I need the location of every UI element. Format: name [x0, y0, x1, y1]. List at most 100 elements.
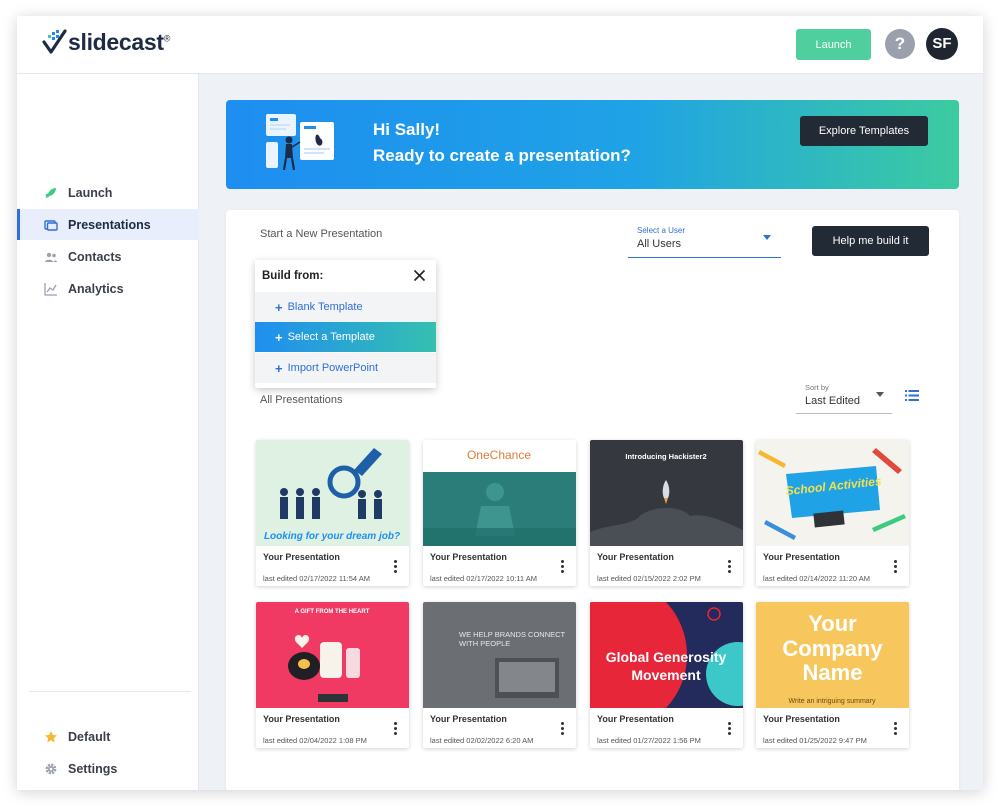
presentation-card[interactable]: A GIFT FROM THE HEART Your Presentation …	[256, 602, 409, 748]
sidebar-divider	[29, 691, 191, 692]
caret-down-icon	[763, 235, 771, 240]
help-icon[interactable]: ?	[885, 29, 915, 59]
build-from-header: Build from:	[255, 260, 436, 292]
welcome-banner: Hi Sally! Ready to create a presentation…	[226, 100, 959, 189]
presentation-date: last edited 02/02/2022 6:20 AM	[430, 736, 534, 745]
presentation-date: last edited 02/14/2022 11:20 AM	[763, 574, 871, 583]
thumbnail-subtext: Write an intriguing summary	[788, 698, 876, 705]
more-options-icon[interactable]	[561, 560, 565, 574]
build-option-blank-template[interactable]: + Blank Template	[255, 292, 436, 322]
sidebar-item-analytics[interactable]: Analytics	[17, 273, 199, 304]
user-select-dropdown[interactable]: Select a User All Users	[628, 224, 781, 258]
presentation-card[interactable]: WE HELP BRANDS CONNECT WITH PEOPLE Your …	[423, 602, 576, 748]
explore-templates-button[interactable]: Explore Templates	[800, 116, 928, 146]
build-option-label: Blank Template	[287, 301, 363, 313]
sidebar-item-default[interactable]: Default	[17, 721, 199, 752]
sort-by-dropdown[interactable]: Sort by Last Edited	[796, 380, 892, 414]
presentation-title: Your Presentation	[597, 552, 674, 562]
sidebar-item-contacts[interactable]: Contacts	[17, 241, 199, 272]
build-from-title: Build from:	[262, 270, 324, 282]
logo-text: slidecast®	[68, 28, 171, 55]
presentation-title: Your Presentation	[597, 714, 674, 724]
banner-subtitle: Ready to create a presentation?	[373, 146, 631, 165]
presentation-card[interactable]: Your Company Name Write an intriguing su…	[756, 602, 909, 748]
presentation-thumbnail: OneChance	[423, 440, 576, 546]
user-select-caption: Select a User	[637, 226, 686, 235]
presentation-date: last edited 02/04/2022 1:08 PM	[263, 736, 367, 745]
presentation-title: Your Presentation	[430, 714, 507, 724]
plus-icon: +	[275, 299, 283, 315]
sidebar-item-presentations[interactable]: Presentations	[17, 209, 199, 240]
presentation-thumbnail: Introducing Hackister2	[590, 440, 743, 546]
presentation-title: Your Presentation	[263, 552, 340, 562]
presentation-thumbnail: WE HELP BRANDS CONNECT WITH PEOPLE	[423, 602, 576, 708]
thumbnail-text: OneChance	[467, 448, 531, 462]
banner-greeting: Hi Sally!	[373, 120, 441, 139]
logo[interactable]: slidecast®	[41, 28, 170, 56]
thumbnail-text: Global Generosity Movement	[605, 649, 727, 683]
all-presentations-label: All Presentations	[260, 394, 343, 406]
build-option-label: Import PowerPoint	[287, 362, 379, 374]
star-icon	[44, 730, 58, 744]
contacts-icon	[44, 250, 58, 264]
more-options-icon[interactable]	[728, 722, 732, 736]
presentation-card[interactable]: Global Generosity Movement Your Presenta…	[590, 602, 743, 748]
presentation-date: last edited 02/15/2022 2:02 PM	[597, 574, 701, 583]
presentation-card[interactable]: OneChance Your Presentation last edited …	[423, 440, 576, 586]
thumbnail-text: Your Company Name	[782, 612, 883, 685]
sidebar-item-label: Default	[68, 729, 111, 744]
presentation-thumbnail: Your Company Name Write an intriguing su…	[756, 602, 909, 708]
sort-caption: Sort by	[805, 383, 829, 392]
sort-value: Last Edited	[805, 395, 861, 407]
list-view-icon[interactable]	[905, 390, 919, 401]
user-select-value: All Users	[637, 238, 682, 250]
slidecast-logo-icon	[42, 29, 67, 54]
more-options-icon[interactable]	[894, 560, 898, 574]
plus-icon: +	[275, 329, 283, 345]
presentation-card[interactable]: School Activities Your Presentation last…	[756, 440, 909, 586]
more-options-icon[interactable]	[394, 560, 398, 574]
presentation-date: last edited 01/25/2022 9:47 PM	[763, 736, 867, 745]
thumbnail-text: WE HELP BRANDS CONNECT WITH PEOPLE	[459, 630, 565, 648]
more-options-icon[interactable]	[394, 722, 398, 736]
close-icon[interactable]	[413, 269, 426, 282]
user-avatar[interactable]: SF	[926, 28, 958, 60]
build-option-select-template[interactable]: + Select a Template	[255, 322, 436, 352]
build-from-menu: Build from: + Blank Template + Select a …	[255, 260, 436, 388]
sidebar: Launch Presentations Contacts Analytics	[17, 74, 199, 790]
sidebar-item-label: Analytics	[68, 281, 124, 296]
rocket-icon	[44, 186, 58, 200]
presentation-card[interactable]: Looking for your dream job? Your Present…	[256, 440, 409, 586]
presentation-title: Your Presentation	[763, 552, 840, 562]
more-options-icon[interactable]	[561, 722, 565, 736]
top-bar: slidecast® Launch ? SF	[17, 16, 983, 74]
presentation-date: last edited 01/27/2022 1:56 PM	[597, 736, 701, 745]
presentation-thumbnail: A GIFT FROM THE HEART	[256, 602, 409, 708]
sidebar-item-label: Presentations	[68, 217, 151, 232]
presentation-card[interactable]: Introducing Hackister2 Your Presentation…	[590, 440, 743, 586]
build-option-label: Select a Template	[287, 331, 375, 343]
presentation-illustration-icon	[266, 114, 334, 171]
analytics-icon	[44, 282, 58, 296]
presentation-date: last edited 02/17/2022 10:11 AM	[430, 574, 538, 583]
more-options-icon[interactable]	[728, 560, 732, 574]
sidebar-item-label: Contacts	[68, 249, 122, 264]
gear-icon	[44, 762, 58, 776]
presentation-thumbnail: School Activities	[756, 440, 909, 546]
caret-down-icon	[876, 392, 884, 397]
app-window: slidecast® Launch ? SF Launch Presentati…	[17, 16, 983, 790]
help-me-build-button[interactable]: Help me build it	[812, 226, 929, 256]
sidebar-item-launch[interactable]: Launch	[17, 177, 199, 208]
presentation-thumbnail: Looking for your dream job?	[256, 440, 409, 546]
launch-button[interactable]: Launch	[796, 29, 871, 60]
presentation-title: Your Presentation	[763, 714, 840, 724]
sidebar-item-label: Settings	[68, 761, 118, 776]
presentation-title: Your Presentation	[263, 714, 340, 724]
start-new-presentation-label: Start a New Presentation	[260, 228, 383, 240]
sidebar-item-settings[interactable]: Settings	[17, 753, 199, 784]
build-option-import-powerpoint[interactable]: + Import PowerPoint	[255, 353, 436, 383]
thumbnail-text: Introducing Hackister2	[625, 452, 706, 461]
presentation-title: Your Presentation	[430, 552, 507, 562]
plus-icon: +	[275, 360, 283, 376]
more-options-icon[interactable]	[894, 722, 898, 736]
